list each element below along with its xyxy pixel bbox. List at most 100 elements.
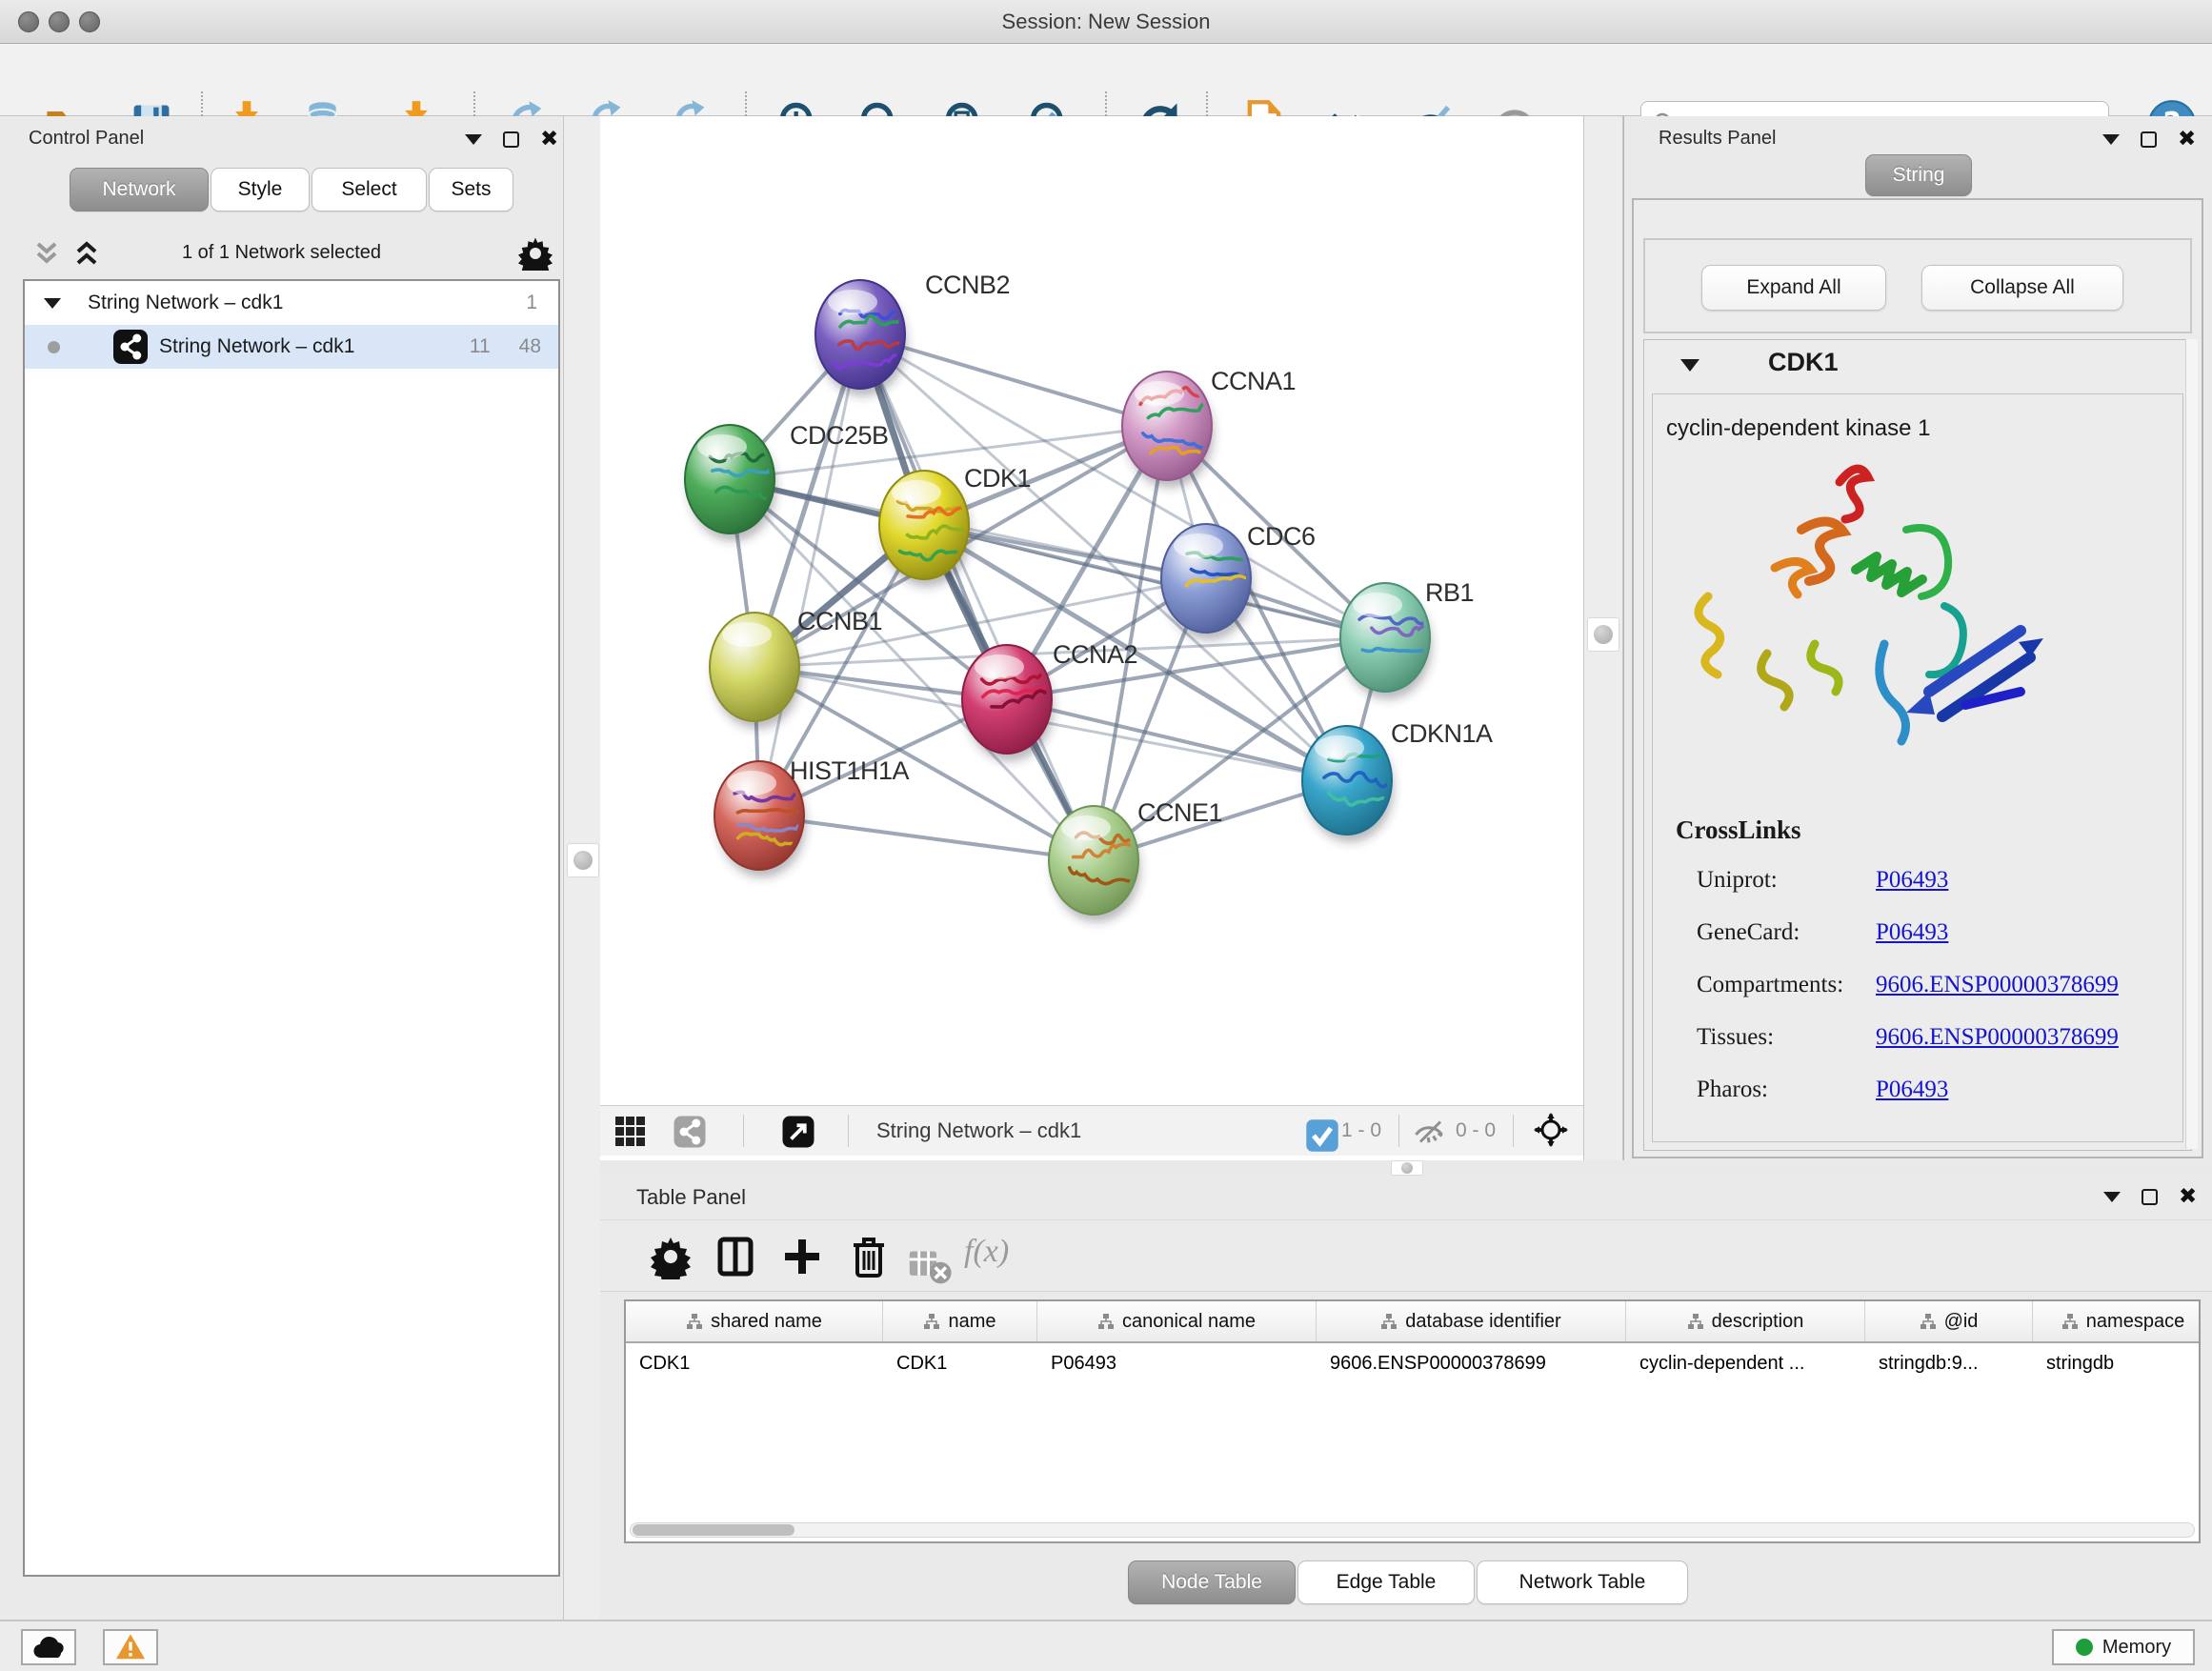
graphics-detail-icon[interactable] (673, 1115, 707, 1149)
selected-checkbox-icon[interactable] (1305, 1118, 1332, 1145)
close-panel-icon[interactable]: ✖ (540, 130, 558, 149)
network-label: String Network – cdk1 (159, 335, 354, 358)
network-node[interactable] (685, 425, 792, 541)
network-node[interactable] (815, 280, 913, 396)
collection-expander-icon[interactable] (44, 298, 61, 309)
table-mode-gear-icon[interactable] (648, 1234, 694, 1279)
protein-structure-image (1679, 455, 2070, 789)
application-window: { "window": { "title": "Session: New Ses… (0, 0, 2212, 1671)
collapse-all-button[interactable]: Collapse All (1921, 265, 2123, 311)
hidden-eye-icon[interactable] (1412, 1115, 1446, 1149)
table-horizontal-scrollbar[interactable] (630, 1522, 2195, 1538)
collection-label: String Network – cdk1 (88, 292, 283, 314)
network-node[interactable] (1049, 806, 1140, 922)
network-node-label: CCNE1 (1137, 798, 1222, 827)
splitter-grabber[interactable] (1391, 1160, 1423, 1176)
tab-sets[interactable]: Sets (429, 168, 513, 211)
network-node-label: CCNB1 (797, 607, 882, 635)
splitter-grabber[interactable] (567, 843, 599, 877)
network-node-label: HIST1H1A (790, 756, 910, 785)
table-cell[interactable]: CDK1 (626, 1343, 883, 1383)
right-splitter[interactable] (1583, 116, 1623, 1160)
close-panel-icon[interactable]: ✖ (2179, 1187, 2197, 1206)
show-columns-icon[interactable] (713, 1234, 758, 1279)
crosslink-link[interactable]: 9606.ENSP00000378699 (1876, 1024, 2119, 1051)
crosslink-link[interactable]: P06493 (1876, 867, 1948, 894)
network-node[interactable] (1302, 726, 1399, 842)
table-cell[interactable]: P06493 (1037, 1343, 1317, 1383)
function-builder-icon[interactable]: f(x) (964, 1234, 1009, 1270)
network-row-selected[interactable]: String Network – cdk1 11 48 (25, 325, 558, 369)
tab-network[interactable]: Network (70, 168, 209, 211)
column-header[interactable]: @id (1865, 1301, 2033, 1341)
left-splitter[interactable] (563, 116, 603, 1620)
network-node[interactable] (962, 645, 1067, 761)
tab-style[interactable]: Style (211, 168, 310, 211)
tab-string[interactable]: String (1865, 154, 1972, 196)
gene-section: CDK1 cyclin-dependent kinase 1 (1643, 339, 2192, 1151)
splitter-grabber[interactable] (1587, 617, 1619, 652)
table-cell[interactable]: stringdb (2033, 1343, 2212, 1383)
table-cell[interactable]: stringdb:9... (1865, 1343, 2033, 1383)
float-panel-icon[interactable] (503, 131, 519, 148)
table-row[interactable]: CDK1CDK1P064939606.ENSP00000378699cyclin… (626, 1343, 2199, 1383)
scrollbar-thumb[interactable] (633, 1524, 794, 1536)
control-panel-title: Control Panel (29, 128, 144, 150)
expand-collapse-box: Expand All Collapse All (1643, 238, 2192, 333)
table-cell[interactable]: cyclin-dependent ... (1626, 1343, 1865, 1383)
network-options-gear-icon[interactable] (518, 236, 553, 271)
table-cell[interactable]: 9606.ENSP00000378699 (1317, 1343, 1626, 1383)
crosslink-link[interactable]: 9606.ENSP00000378699 (1876, 972, 2119, 998)
panel-menu-icon[interactable] (2102, 134, 2120, 145)
section-expander-icon[interactable] (1680, 359, 1699, 372)
toolbar-separator (1398, 1115, 1399, 1147)
panel-menu-icon[interactable] (465, 134, 482, 145)
column-header[interactable]: canonical name (1037, 1301, 1317, 1341)
tab-network-table[interactable]: Network Table (1477, 1560, 1688, 1604)
network-edge[interactable] (759, 334, 860, 815)
collection-count: 1 (526, 292, 537, 314)
network-tree: String Network – cdk1 1 String Network –… (23, 279, 560, 1577)
network-canvas-svg[interactable]: CCNB2CCNA1CDC25BCDK1CDC6RB1CCNB1CCNA2CDK… (600, 116, 1583, 1105)
network-edge[interactable] (759, 815, 1094, 860)
detach-view-icon[interactable] (781, 1115, 815, 1149)
float-panel-icon[interactable] (2142, 1189, 2158, 1205)
column-header[interactable]: shared name (626, 1301, 883, 1341)
network-collection-row[interactable]: String Network – cdk1 1 (25, 281, 558, 325)
network-node-label: CCNB2 (925, 271, 1010, 299)
tab-node-table[interactable]: Node Table (1128, 1560, 1296, 1604)
horizontal-splitter[interactable] (600, 1160, 2212, 1176)
warnings-button[interactable] (103, 1629, 158, 1665)
crosslink-link[interactable]: P06493 (1876, 919, 1948, 946)
results-scrollbar[interactable] (2185, 339, 2198, 1149)
network-node[interactable] (1122, 372, 1218, 488)
float-panel-icon[interactable] (2141, 131, 2157, 148)
network-type-icon (113, 330, 148, 364)
crosslink-row: Compartments:9606.ENSP00000378699 (1653, 972, 2182, 1023)
close-panel-icon[interactable]: ✖ (2178, 130, 2196, 149)
column-header[interactable]: database identifier (1317, 1301, 1626, 1341)
delete-table-icon[interactable] (907, 1243, 939, 1276)
status-bar: Memory (0, 1620, 2212, 1671)
column-header[interactable]: description (1626, 1301, 1865, 1341)
column-header[interactable]: name (883, 1301, 1037, 1341)
cloud-icon (32, 1635, 65, 1660)
table-cell[interactable]: CDK1 (883, 1343, 1037, 1383)
crosslink-row: Uniprot:P06493 (1653, 867, 2182, 918)
memory-button[interactable]: Memory (2052, 1629, 2195, 1665)
network-node[interactable] (710, 613, 801, 729)
crosslink-link[interactable]: P06493 (1876, 1077, 1948, 1103)
tab-select[interactable]: Select (312, 168, 427, 211)
cloud-button[interactable] (21, 1629, 76, 1665)
tab-edge-table[interactable]: Edge Table (1297, 1560, 1475, 1604)
expand-all-button[interactable]: Expand All (1701, 265, 1886, 311)
selected-count: 1 - 0 (1341, 1119, 1381, 1142)
center-view-icon[interactable] (1534, 1113, 1572, 1151)
network-node[interactable] (879, 471, 976, 587)
birds-eye-view-icon[interactable] (613, 1115, 648, 1149)
delete-columns-icon[interactable] (846, 1234, 892, 1279)
panel-menu-icon[interactable] (2103, 1192, 2121, 1202)
network-edge[interactable] (1007, 699, 1347, 780)
create-column-icon[interactable] (779, 1234, 825, 1279)
column-header[interactable]: namespace (2033, 1301, 2212, 1341)
